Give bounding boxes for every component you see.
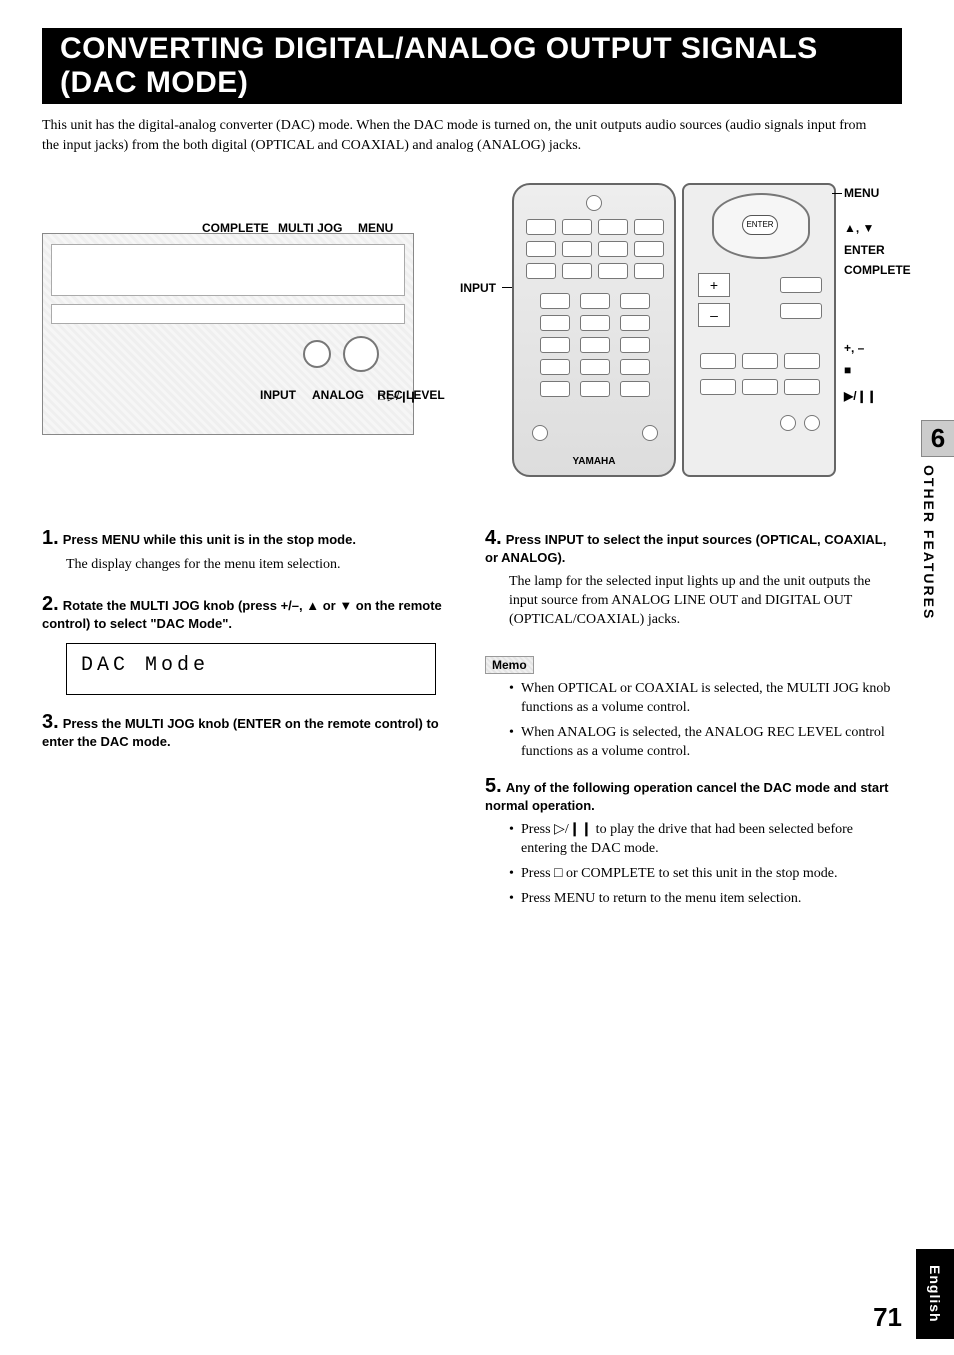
label-multijog: MULTI JOG (278, 221, 342, 235)
right-column: 4.Press INPUT to select the input source… (485, 527, 902, 923)
remote-label-play: ▶/❙❙ (844, 389, 877, 403)
label-input: INPUT (260, 388, 296, 402)
lcd-sub (81, 677, 421, 688)
remote-close-diagram: ENTER + – (682, 183, 836, 477)
step5-num: 5. (485, 775, 502, 797)
remote-label-enter: ENTER (844, 243, 885, 257)
step2-num: 2. (42, 593, 59, 615)
remote-label-input: INPUT (460, 281, 496, 295)
memo-item: When ANALOG is selected, the ANALOG REC … (509, 724, 902, 762)
lcd-main: DAC Mode (81, 654, 421, 677)
step5-item: Press MENU to return to the menu item se… (509, 890, 902, 909)
remote-label-up-down: ▲, ▼ (844, 221, 874, 235)
language-tab: English (916, 1249, 954, 1339)
step5-item: Press □ or COMPLETE to set this unit in … (509, 865, 902, 884)
remote-full-diagram: YAMAHA (512, 183, 676, 477)
label-complete: COMPLETE (202, 221, 269, 235)
step4-body: The lamp for the selected input lights u… (509, 573, 902, 630)
memo-list: When OPTICAL or COAXIAL is selected, the… (509, 680, 902, 762)
figures-area: COMPLETE MULTI JOG MENU INPUT ANALOG REC… (42, 183, 902, 513)
step3-num: 3. (42, 711, 59, 733)
step5-bold: Any of the following operation cancel th… (485, 780, 889, 813)
remote-label-stop: ■ (844, 363, 851, 377)
front-panel-diagram (42, 233, 414, 435)
chapter-number-tab: 6 (921, 420, 954, 457)
side-tab: 6 OTHER FEATURES (921, 420, 954, 620)
page-title: CONVERTING DIGITAL/ANALOG OUTPUT SIGNALS… (42, 28, 902, 104)
remote-label-menu: MENU (844, 186, 879, 200)
remote-label-complete: COMPLETE (844, 263, 911, 277)
step2-bold: Rotate the MULTI JOG knob (press +/–, ▲ … (42, 598, 442, 631)
step5-item: Press ▷/❙❙ to play the drive that had be… (509, 821, 902, 859)
step1-body: The display changes for the menu item se… (66, 556, 459, 575)
step1-bold: Press MENU while this unit is in the sto… (63, 532, 356, 547)
page-number: 71 (873, 1302, 902, 1333)
label-stop-play-icons: □ ▷/❙❙ (378, 390, 418, 403)
memo-heading: Memo (485, 656, 534, 674)
remote-brand: YAMAHA (514, 456, 674, 467)
lcd-display: DAC Mode (66, 643, 436, 695)
chapter-label-tab: OTHER FEATURES (921, 465, 937, 620)
label-menu: MENU (358, 221, 393, 235)
step4-num: 4. (485, 527, 502, 549)
remote-label-plus-minus: +, – (844, 341, 864, 355)
step4-bold: Press INPUT to select the input sources … (485, 532, 886, 565)
left-column: 1. Press MENU while this unit is in the s… (42, 527, 459, 757)
step1-num: 1. (42, 527, 59, 549)
step5-list: Press ▷/❙❙ to play the drive that had be… (509, 821, 902, 909)
step3-bold: Press the MULTI JOG knob (ENTER on the r… (42, 716, 439, 749)
memo-item: When OPTICAL or COAXIAL is selected, the… (509, 680, 902, 718)
intro-paragraph: This unit has the digital-analog convert… (42, 116, 882, 155)
